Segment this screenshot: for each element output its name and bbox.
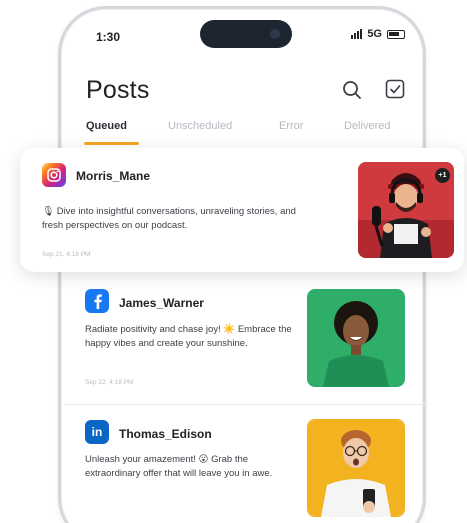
- dynamic-island: [200, 20, 292, 48]
- facebook-icon: [85, 289, 109, 313]
- surprised-man-photo[interactable]: [307, 419, 405, 517]
- search-icon[interactable]: [342, 80, 362, 100]
- post-caption: Radiate positivity and chase joy! ☀️ Emb…: [85, 324, 292, 349]
- tab-unscheduled[interactable]: Unscheduled: [168, 120, 232, 132]
- podcast-host-photo[interactable]: +1: [358, 162, 454, 258]
- post-username[interactable]: Thomas_Edison: [119, 427, 212, 441]
- microphone-emoji: 🎙: [42, 206, 55, 217]
- tab-error[interactable]: Error: [279, 120, 303, 132]
- status-time: 1:30: [96, 30, 121, 44]
- instagram-icon: [42, 163, 66, 187]
- status-indicators: 5G: [351, 28, 405, 40]
- post-username[interactable]: James_Warner: [119, 296, 204, 310]
- network-label: 5G: [367, 28, 382, 40]
- post-caption: Unleash your amazement! 😮 Grab the extra…: [85, 454, 273, 479]
- checkbox-check-icon[interactable]: [385, 79, 405, 99]
- page-title: Posts: [86, 76, 150, 104]
- post-caption: 🎙 Dive into insightful conversations, un…: [42, 205, 312, 233]
- tab-queued[interactable]: Queued: [86, 120, 127, 132]
- post-username[interactable]: Morris_Mane: [76, 169, 150, 183]
- post-timestamp: Sep 21, 4:18 PM: [42, 251, 91, 258]
- linkedin-icon: in: [85, 420, 109, 444]
- active-tab-indicator: [84, 142, 139, 145]
- signal-icon: [351, 29, 363, 39]
- tab-delivered[interactable]: Delivered: [344, 120, 390, 132]
- smiling-woman-photo[interactable]: [307, 289, 405, 387]
- battery-icon: [387, 29, 405, 39]
- media-count-badge: +1: [435, 168, 450, 183]
- post-timestamp: Sep 22, 4:18 PM: [85, 379, 134, 386]
- post-divider: [64, 404, 426, 405]
- post-caption-text: Dive into insightful conversations, unra…: [42, 206, 296, 231]
